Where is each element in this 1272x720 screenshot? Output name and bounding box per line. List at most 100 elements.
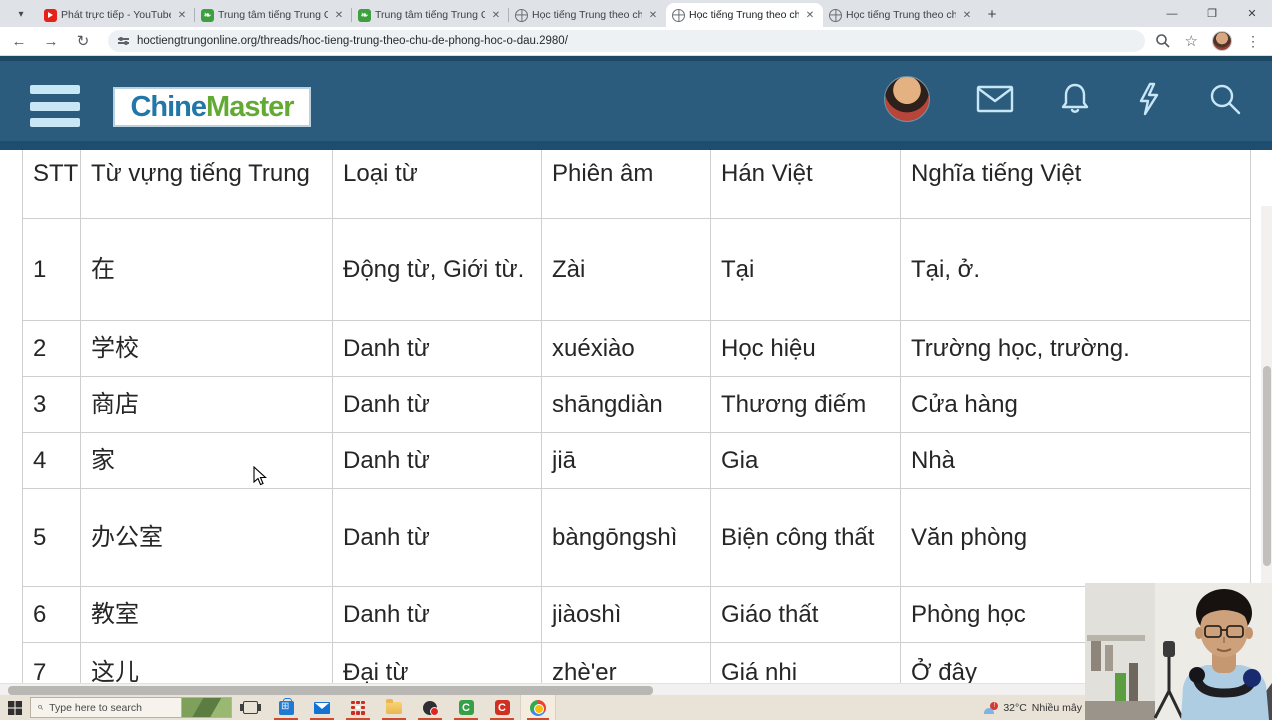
tab-title: Học tiếng Trung theo chủ đề T <box>846 9 956 21</box>
table-cell: Danh từ <box>332 376 542 433</box>
url-text: hoctiengtrungonline.org/threads/hoc-tien… <box>137 35 568 47</box>
table-row-6: 6 教室 Danh từ jiàoshì Giáo thất Phòng học <box>22 586 1251 643</box>
taskbar-file-explorer-icon[interactable] <box>376 695 412 720</box>
table-cell: Gia <box>710 432 901 489</box>
table-row-1: 1 在 Động từ, Giới từ. Zài Tại Tại, ở. <box>22 218 1251 321</box>
tab-close-icon[interactable]: ✕ <box>489 8 503 22</box>
forward-icon[interactable]: → <box>38 28 64 54</box>
table-cell: Nhà <box>900 432 1251 489</box>
taskbar-red-c-app-icon[interactable]: C <box>484 695 520 720</box>
table-cell: Tại, ở. <box>900 218 1251 321</box>
table-cell: Biện công thất <box>710 488 901 587</box>
address-bar[interactable]: hoctiengtrungonline.org/threads/hoc-tien… <box>108 30 1145 52</box>
browser-tab-4[interactable]: Học tiếng Trung theo chủ đề B ✕ <box>508 3 666 27</box>
windows-taskbar: ⌕ Type here to search C C ! 32°C Nhiều m… <box>0 695 1272 720</box>
horizontal-scrollbar-thumb[interactable] <box>8 685 653 695</box>
webcam-overlay <box>1085 583 1272 720</box>
table-cell: Danh từ <box>332 432 542 489</box>
tab-title: Trung tâm tiếng Trung ChineM <box>218 9 328 21</box>
lightning-icon[interactable] <box>1136 82 1162 116</box>
screen: ▾ Phát trực tiếp - YouTube Studio ✕ ❧ Tr… <box>0 0 1272 720</box>
tab-close-icon[interactable]: ✕ <box>803 8 817 22</box>
browser-tab-2[interactable]: ❧ Trung tâm tiếng Trung ChineM ✕ <box>194 3 352 27</box>
taskbar-remote-app-icon[interactable] <box>340 695 376 720</box>
browser-tab-6[interactable]: Học tiếng Trung theo chủ đề T ✕ <box>823 3 980 27</box>
table-cell: Văn phòng <box>900 488 1251 587</box>
table-cell: Danh từ <box>332 488 542 587</box>
taskbar-recorder-icon[interactable] <box>412 695 448 720</box>
table-cell: jiàoshì <box>541 586 711 643</box>
search-icon[interactable] <box>1208 82 1242 116</box>
taskbar-camtasia-icon[interactable]: C <box>448 695 484 720</box>
taskbar-mail-icon[interactable] <box>304 695 340 720</box>
news-interest-thumbnail[interactable] <box>182 697 232 718</box>
tab-close-icon[interactable]: ✕ <box>646 8 660 22</box>
table-cell: 6 <box>22 586 81 643</box>
table-row-4: 4 家 Danh từ jiā Gia Nhà <box>22 432 1251 489</box>
user-avatar[interactable] <box>884 76 930 122</box>
table-cell: 家 <box>80 432 333 489</box>
site-info-icon[interactable] <box>118 37 129 45</box>
bookmark-star-icon[interactable]: ☆ <box>1185 32 1198 50</box>
toolbar-right: ☆ ⋮ <box>1155 31 1260 51</box>
vertical-scrollbar-thumb[interactable] <box>1262 366 1271 566</box>
chinemaster-logo[interactable]: Chine Master <box>113 87 311 127</box>
task-view-button[interactable] <box>232 695 268 720</box>
table-cell: Tại <box>710 218 901 321</box>
tab-title: Trung tâm tiếng Trung ChineM <box>375 9 485 21</box>
new-tab-button[interactable]: + <box>980 2 1004 26</box>
table-cell: Động từ, Giới từ. <box>332 218 542 321</box>
tab-close-icon[interactable]: ✕ <box>960 8 974 22</box>
site-header: Chine Master <box>0 56 1272 141</box>
search-placeholder: Type here to search <box>49 701 142 714</box>
start-button[interactable] <box>0 695 30 720</box>
browser-tab-3[interactable]: ❧ Trung tâm tiếng Trung ChineM ✕ <box>351 3 509 27</box>
table-cell: Danh từ <box>332 320 542 377</box>
close-window-button[interactable]: ✕ <box>1232 0 1272 27</box>
youtube-favicon-icon <box>44 8 57 22</box>
vocabulary-table: STT Từ vựng tiếng Trung Loại từ Phiên âm… <box>22 128 1251 703</box>
chinemaster-favicon-icon: ❧ <box>201 8 214 22</box>
taskbar-chrome-icon[interactable] <box>520 695 556 720</box>
table-cell: shāngdiàn <box>541 376 711 433</box>
zoom-icon[interactable] <box>1155 33 1171 49</box>
weather-condition[interactable]: Nhiều mây <box>1032 702 1082 714</box>
globe-favicon-icon <box>829 8 842 22</box>
bell-icon[interactable] <box>1060 82 1090 116</box>
weather-temp[interactable]: 32°C <box>1003 702 1026 714</box>
taskbar-search-input[interactable]: ⌕ Type here to search <box>30 697 182 718</box>
menu-kebab-icon[interactable]: ⋮ <box>1246 33 1260 50</box>
table-cell: Cửa hàng <box>900 376 1251 433</box>
table-cell: Giáo thất <box>710 586 901 643</box>
browser-tab-bar: ▾ Phát trực tiếp - YouTube Studio ✕ ❧ Tr… <box>0 0 1272 27</box>
tab-search-chevron-icon[interactable]: ▾ <box>8 3 34 25</box>
taskbar-store-icon[interactable] <box>268 695 304 720</box>
tab-close-icon[interactable]: ✕ <box>175 8 189 22</box>
logo-text-master: Master <box>206 90 294 123</box>
profile-avatar[interactable] <box>1212 31 1232 51</box>
hamburger-menu-icon[interactable] <box>30 85 80 127</box>
table-cell: 2 <box>22 320 81 377</box>
tab-title: Học tiếng Trung theo chủ đề P <box>689 9 799 21</box>
tab-close-icon[interactable]: ✕ <box>332 8 346 22</box>
table-cell: Danh từ <box>332 586 542 643</box>
restore-button[interactable]: ❐ <box>1192 0 1232 27</box>
mail-icon[interactable] <box>976 84 1014 114</box>
browser-tab-5-active[interactable]: Học tiếng Trung theo chủ đề P ✕ <box>666 3 823 27</box>
table-cell: Trường học, trường. <box>900 320 1251 377</box>
reload-icon[interactable]: ↻ <box>70 28 96 54</box>
back-icon[interactable]: ← <box>6 28 32 54</box>
table-cell: 教室 <box>80 586 333 643</box>
table-row-3: 3 商店 Danh từ shāngdiàn Thương điếm Cửa hàng <box>22 376 1251 433</box>
table-cell: Học hiệu <box>710 320 901 377</box>
tab-title: Học tiếng Trung theo chủ đề B <box>532 9 642 21</box>
table-cell: 1 <box>22 218 81 321</box>
table-cell: jiā <box>541 432 711 489</box>
browser-tab-1[interactable]: Phát trực tiếp - YouTube Studio ✕ <box>38 3 195 27</box>
table-cell: 商店 <box>80 376 333 433</box>
tab-title: Phát trực tiếp - YouTube Studio <box>61 9 171 21</box>
horizontal-scrollbar[interactable] <box>0 683 1272 695</box>
table-cell: Thương điếm <box>710 376 901 433</box>
minimize-button[interactable]: — <box>1152 0 1192 27</box>
logo-text-chine: Chine <box>130 90 207 123</box>
